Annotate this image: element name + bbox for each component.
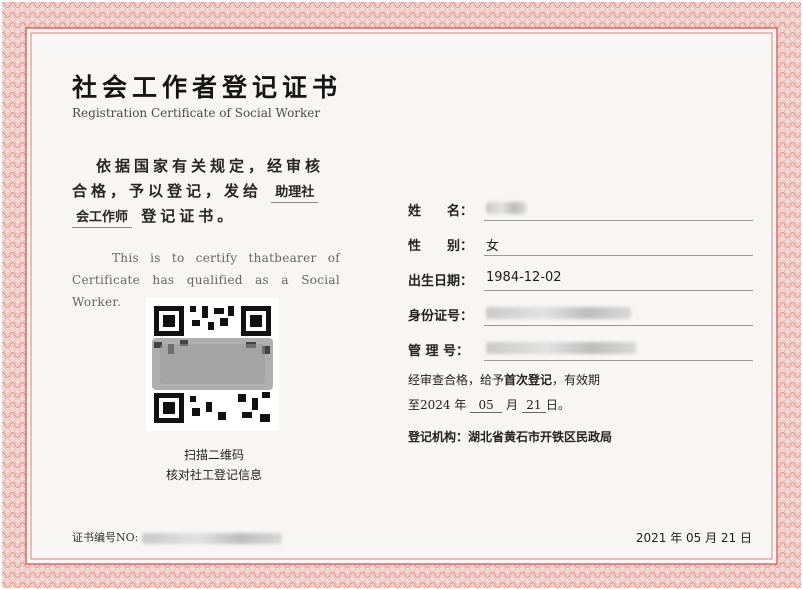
field-underline [484,220,753,221]
field-gender: 性 别： 女 [408,227,753,262]
field-birthdate: 出生日期： 1984-12-02 [408,262,753,297]
qualification-level-part1: 助理社 [271,184,319,203]
validity-suffix: ，有效期 [552,373,601,387]
statement-line-2: 合格，予以登记，发给 助理社 [72,179,342,204]
qualification-level-part2: 会工作师 [72,209,133,228]
statement-line-2-text: 合格，予以登记，发给 [72,182,263,200]
field-label: 身份证号： [408,309,474,324]
serial-number-label: 证书编号NO: [72,531,139,544]
authority-value: 湖北省黄石市开铁区民政局 [468,430,613,444]
qr-code [146,298,279,431]
validity-statement: 经审查合格，给予首次登记，有效期 至2024 年 05 月 21 日。 [408,368,600,418]
management-number-value-redacted [486,340,636,355]
certificate-subtitle: Registration Certificate of Social Worke… [72,106,321,120]
validity-until: 至2024 年 [408,398,467,412]
validity-prefix: 经审查合格，给予 [408,373,505,387]
validity-month: 05 [470,398,503,413]
qr-caption-scan: 扫描二维码 [183,448,244,462]
field-name: 姓 名： [408,192,753,227]
field-label: 出生日期： [408,274,474,289]
birthdate-value: 1984-12-02 [486,270,562,285]
statement-line-3: 会工作师 登记证书。 [72,204,342,229]
qr-caption-verify: 核对社工登记信息 [165,468,262,482]
field-management-number: 管 理 号： [408,332,753,367]
field-label: 姓 名： [408,204,474,219]
validity-month-unit: 月 [506,398,519,412]
personal-info-fields: 姓 名： 性 别： 女 出生日期： 1984-12-02 身份证号： 管 理 号 [408,192,753,367]
registration-authority: 登记机构：湖北省黄石市开铁区民政局 [408,428,612,445]
validity-day-unit: 日。 [545,398,570,412]
serial-number-redacted [141,532,282,544]
certificate-body: 社会工作者登记证书 Registration Certificate of So… [34,36,768,556]
field-label: 管 理 号： [408,344,470,359]
authority-label: 登记机构： [408,430,469,444]
certificate-title: 社会工作者登记证书 [72,73,343,102]
id-number-value-redacted [486,305,631,320]
issue-date: 2021 年 05 月 21 日 [635,531,752,545]
serial-number: 证书编号NO: [72,529,282,545]
validity-emphasis: 首次登记 [504,373,553,387]
validity-line-1: 经审查合格，给予首次登记，有效期 [408,368,600,393]
field-id-number: 身份证号： [408,297,753,332]
field-underline [484,255,753,256]
validity-line-2: 至2024 年 05 月 21 日。 [408,393,600,418]
certificate-page: 社会工作者登记证书 Registration Certificate of So… [0,0,803,590]
field-label: 性 别： [408,239,474,254]
statement-line-3-text: 登记证书。 [141,207,237,225]
name-value-redacted [486,200,526,215]
gender-value: 女 [486,239,500,254]
field-underline [484,360,753,361]
validity-day: 21 [521,398,546,413]
statement-line-1: 依据国家有关规定，经审核 [96,157,325,175]
qr-code-icon [146,298,279,431]
field-underline [484,290,753,291]
chinese-statement: 依据国家有关规定，经审核 合格，予以登记，发给 助理社 会工作师 登记证书。 [72,154,342,229]
field-underline [484,325,753,326]
